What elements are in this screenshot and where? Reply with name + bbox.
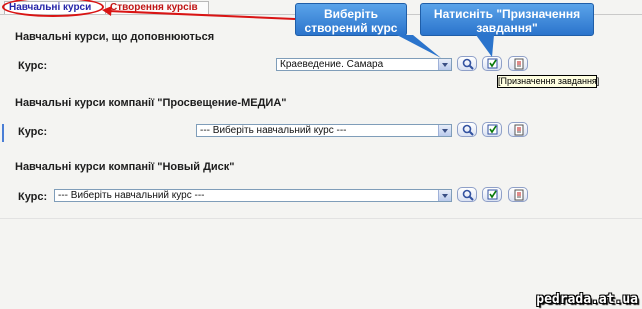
section-1-course-label: Курс: — [18, 60, 48, 72]
search-button-3[interactable] — [457, 187, 477, 202]
red-arrow — [102, 6, 296, 20]
search-icon — [462, 189, 474, 201]
section-2-course-label: Курс: — [18, 126, 48, 138]
section-3-course-label: Курс: — [18, 191, 48, 203]
callout-tail-1 — [397, 35, 441, 58]
callout-tail-2 — [476, 35, 494, 57]
course-select-3[interactable]: --- Виберіть навчальний курс --- — [54, 189, 452, 202]
assign-task-tooltip: [Призначення завдання] — [497, 75, 600, 88]
callout-assign-task: Натисніть "Призначення завдання" — [420, 3, 594, 36]
report-icon — [514, 58, 524, 70]
chevron-down-icon[interactable] — [438, 59, 451, 70]
search-icon — [462, 124, 474, 136]
section-2-title: Навчальні курси компанії "Просвещение-МЕ… — [15, 97, 287, 109]
course-select-2[interactable]: --- Виберіть навчальний курс --- — [196, 124, 452, 137]
chevron-down-icon[interactable] — [438, 125, 451, 136]
focus-marker — [2, 124, 4, 142]
report-icon — [514, 189, 524, 201]
checkbox-icon — [487, 189, 498, 200]
chevron-down-icon[interactable] — [438, 190, 451, 201]
search-button-2[interactable] — [457, 122, 477, 137]
assign-task-button-2[interactable] — [482, 122, 502, 137]
divider — [0, 218, 642, 219]
course-select-1-value: Краеведение. Самара — [280, 59, 384, 70]
course-select-3-value: --- Виберіть навчальний курс --- — [58, 190, 205, 201]
callout-select-course: Виберіть створений курс — [295, 3, 407, 36]
course-select-2-value: --- Виберіть навчальний курс --- — [200, 125, 347, 136]
section-3-title: Навчальні курси компанії "Новый Диск" — [15, 161, 235, 173]
report-icon — [514, 124, 524, 136]
checkbox-icon — [487, 124, 498, 135]
report-button-3[interactable] — [508, 187, 528, 202]
report-button-1[interactable] — [508, 56, 528, 71]
watermark: pedrada.at.ua — [536, 292, 638, 307]
assign-task-button-3[interactable] — [482, 187, 502, 202]
report-button-2[interactable] — [508, 122, 528, 137]
section-1-title: Навчальні курси, що доповнюються — [15, 31, 215, 43]
